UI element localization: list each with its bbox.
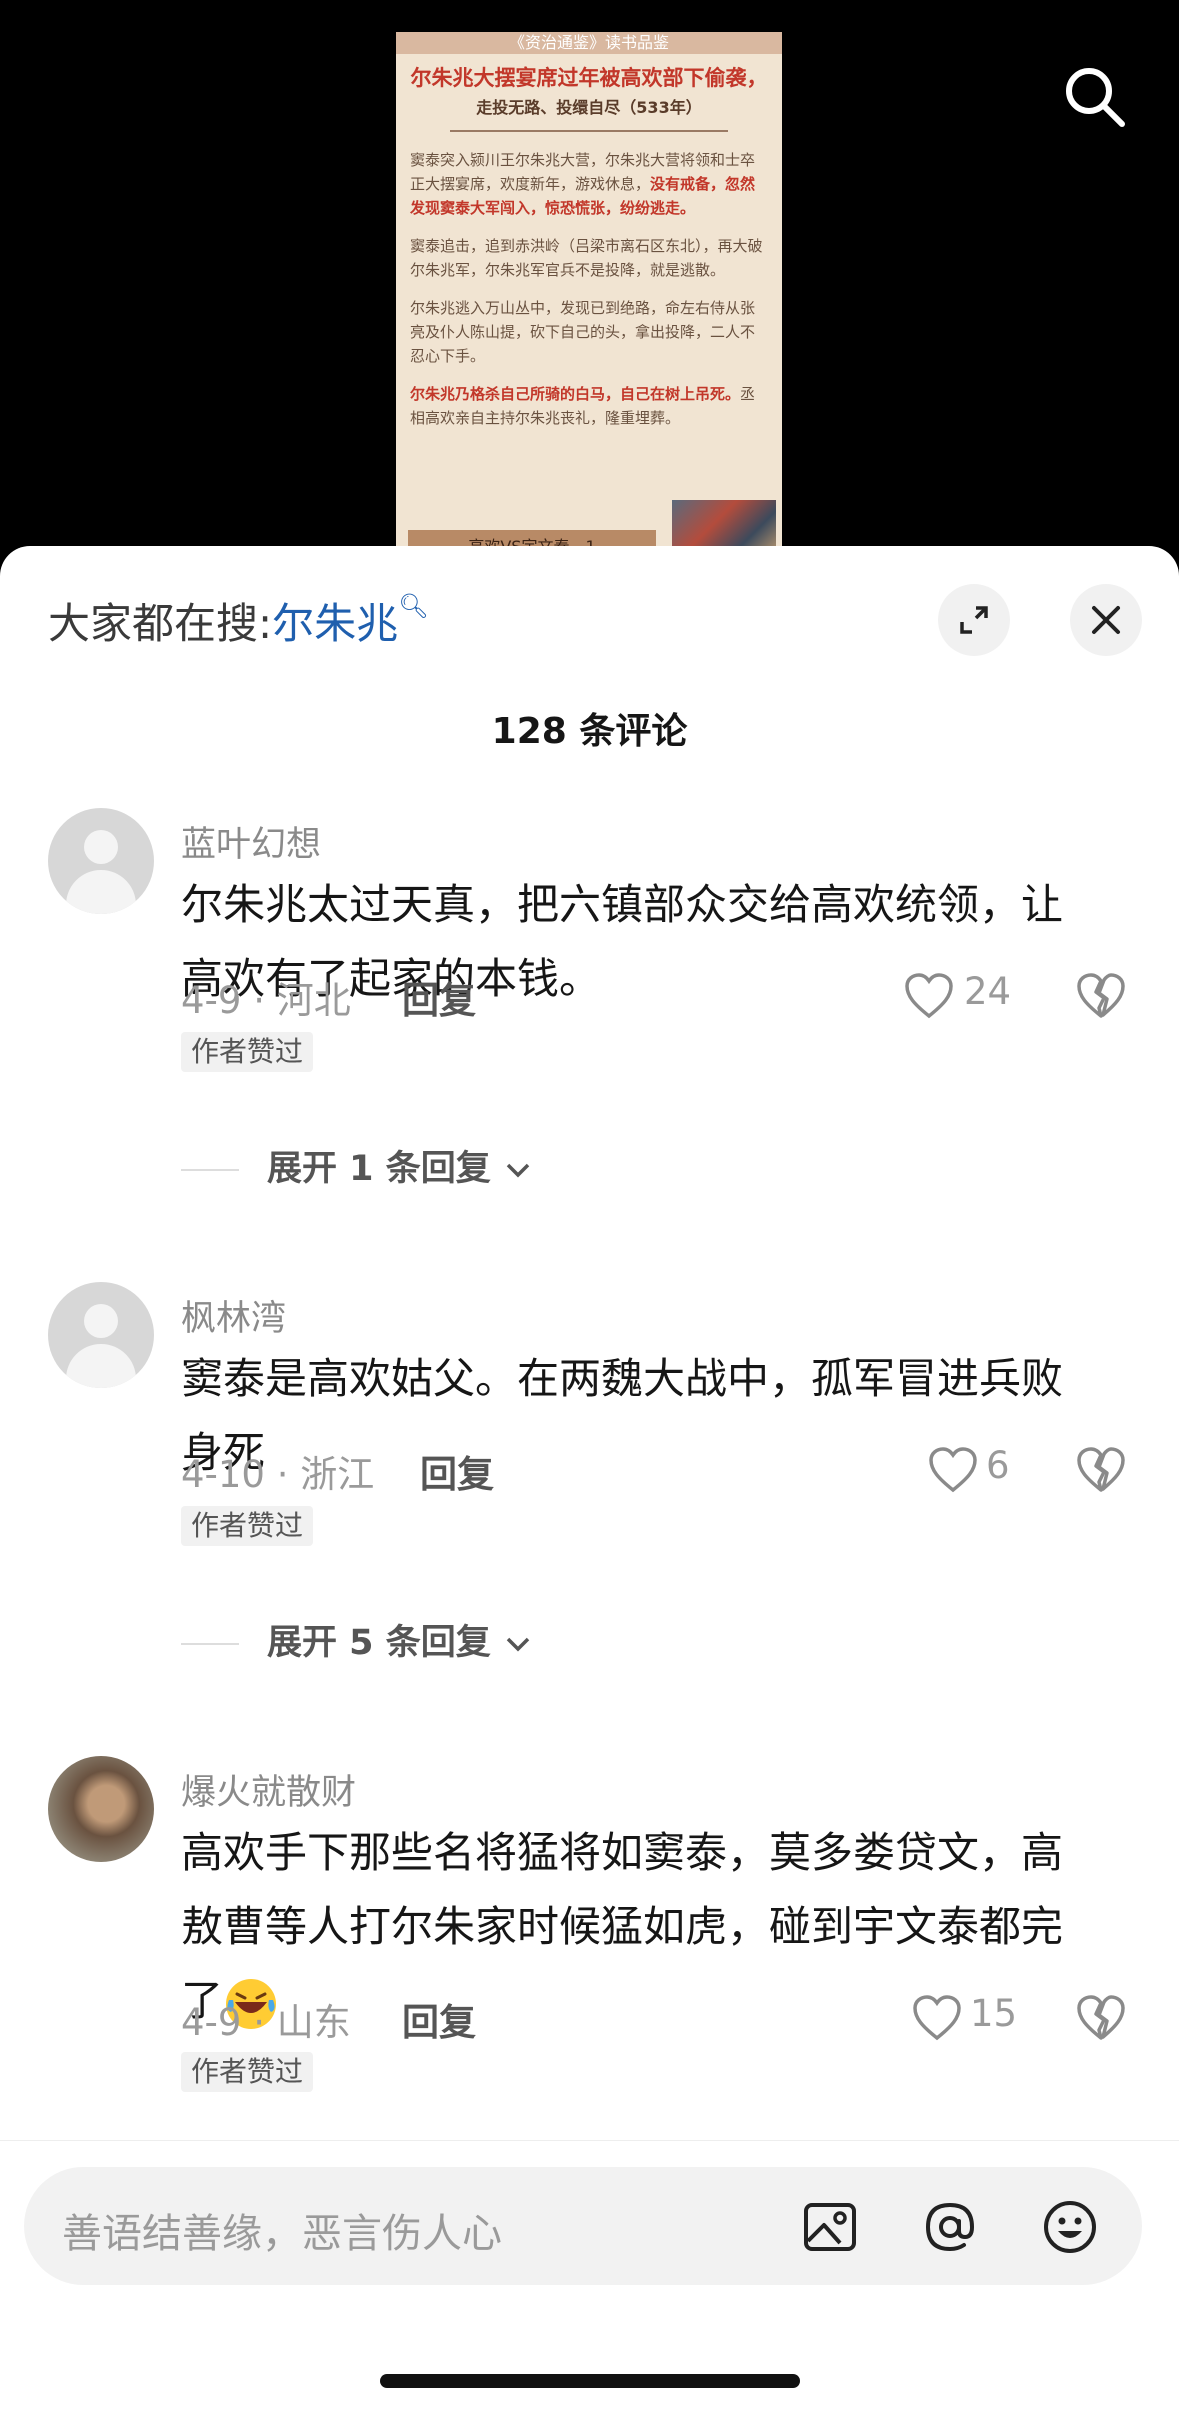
expand-replies[interactable]: 展开 1 条回复 bbox=[181, 1140, 533, 1191]
poster-top-text: 《资治通鉴》读书品鉴 bbox=[396, 32, 782, 54]
hot-search-keyword[interactable]: 尔朱兆 bbox=[272, 599, 398, 648]
expand-replies-label: 展开 5 条回复 bbox=[267, 1623, 491, 1663]
like-count: 24 bbox=[964, 970, 1012, 1013]
poster-paragraph-4: 尔朱兆乃格杀自己所骑的白马，自己在树上吊死。丞相高欢亲自主持尔朱兆丧礼，隆重埋葬… bbox=[410, 382, 768, 430]
comment-input-bar: 善语结善缘，恶言伤人心 bbox=[0, 2140, 1179, 2413]
poster-divider bbox=[450, 130, 728, 132]
home-indicator[interactable] bbox=[380, 2374, 800, 2388]
poster-paragraph-3: 尔朱兆逃入万山丛中，发现已到绝路，命左右侍从张亮及仆人陈山提，砍下自己的头，拿出… bbox=[410, 299, 756, 365]
author-liked-badge: 作者赞过 bbox=[181, 1506, 314, 1546]
comment-username[interactable]: 枫林湾 bbox=[181, 1290, 286, 1341]
expand-button[interactable] bbox=[938, 584, 1010, 656]
comment-meta: 4-9 · 河北 bbox=[181, 979, 351, 1022]
poster-paragraph-1: 窦泰突入颍川王尔朱兆大营，尔朱兆大营将领和士卒正大摆宴席，欢度新年，游戏休息，没… bbox=[410, 148, 768, 220]
author-liked-badge: 作者赞过 bbox=[181, 1032, 314, 1072]
hot-search-label: 大家都在搜: bbox=[48, 599, 273, 648]
author-liked-badge: 作者赞过 bbox=[181, 2052, 314, 2092]
expand-replies-label: 展开 1 条回复 bbox=[267, 1149, 491, 1189]
close-icon bbox=[1092, 606, 1120, 634]
broken-heart-icon[interactable] bbox=[1076, 1994, 1126, 2042]
comment-username[interactable]: 蓝叶幻想 bbox=[181, 816, 321, 867]
poster-paragraph-2: 窦泰追击，追到赤洪岭（吕梁市离石区东北），再大破尔朱兆军，尔朱兆军官兵不是投降，… bbox=[410, 237, 763, 279]
image-icon[interactable] bbox=[800, 2197, 860, 2257]
heart-icon[interactable] bbox=[928, 1446, 978, 1494]
like-count: 15 bbox=[970, 1992, 1018, 2035]
chevron-down-icon bbox=[506, 1163, 530, 1178]
chevron-down-icon bbox=[506, 1637, 530, 1652]
comment-meta: 4-9 · 山东 bbox=[181, 2001, 351, 2044]
reply-button[interactable]: 回复 bbox=[402, 970, 476, 1024]
heart-icon[interactable] bbox=[912, 1994, 962, 2042]
reply-button[interactable]: 回复 bbox=[402, 1992, 476, 2046]
avatar[interactable] bbox=[48, 808, 154, 914]
at-icon[interactable] bbox=[920, 2197, 980, 2257]
video-poster: 《资治通鉴》读书品鉴 尔朱兆大摆宴席过年被高欢部下偷袭， 走投无路、投缳自尽（5… bbox=[396, 32, 782, 560]
comment-username[interactable]: 爆火就散财 bbox=[181, 1764, 356, 1815]
comment-count: 128 条评论 bbox=[491, 711, 688, 752]
keyword-search-icon: 🔍︎ bbox=[398, 592, 429, 620]
comment-sheet: 大家都在搜:尔朱兆🔍︎ 128 条评论 蓝叶幻想 尔朱兆太过天真，把六镇部众交给… bbox=[0, 546, 1179, 2412]
broken-heart-icon[interactable] bbox=[1076, 972, 1126, 1020]
poster-headline: 尔朱兆大摆宴席过年被高欢部下偷袭， bbox=[410, 66, 768, 90]
divider-line bbox=[181, 1169, 239, 1171]
avatar[interactable] bbox=[48, 1756, 154, 1862]
expand-icon bbox=[960, 606, 988, 634]
video-area[interactable]: 《资治通鉴》读书品鉴 尔朱兆大摆宴席过年被高欢部下偷袭， 走投无路、投缳自尽（5… bbox=[0, 0, 1179, 560]
close-button[interactable] bbox=[1070, 584, 1142, 656]
like-count: 6 bbox=[986, 1444, 1010, 1487]
comment-input-placeholder: 善语结善缘，恶言伤人心 bbox=[62, 2211, 502, 2257]
hot-search[interactable]: 大家都在搜:尔朱兆🔍︎ bbox=[48, 590, 429, 651]
comment-input[interactable]: 善语结善缘，恶言伤人心 bbox=[24, 2167, 1142, 2285]
divider-line bbox=[181, 1643, 239, 1645]
poster-p4-highlight: 尔朱兆乃格杀自己所骑的白马，自己在树上吊死。 bbox=[410, 385, 741, 403]
broken-heart-icon[interactable] bbox=[1076, 1446, 1126, 1494]
heart-icon[interactable] bbox=[904, 972, 954, 1020]
poster-subheadline: 走投无路、投缳自尽（533年） bbox=[476, 98, 702, 117]
search-icon bbox=[1066, 68, 1125, 127]
emoji-icon[interactable] bbox=[1040, 2197, 1100, 2257]
avatar[interactable] bbox=[48, 1282, 154, 1388]
comment-meta: 4-10 · 浙江 bbox=[181, 1453, 375, 1496]
reply-button[interactable]: 回复 bbox=[420, 1444, 494, 1498]
search-button[interactable] bbox=[1060, 62, 1130, 132]
expand-replies[interactable]: 展开 5 条回复 bbox=[181, 1614, 533, 1665]
